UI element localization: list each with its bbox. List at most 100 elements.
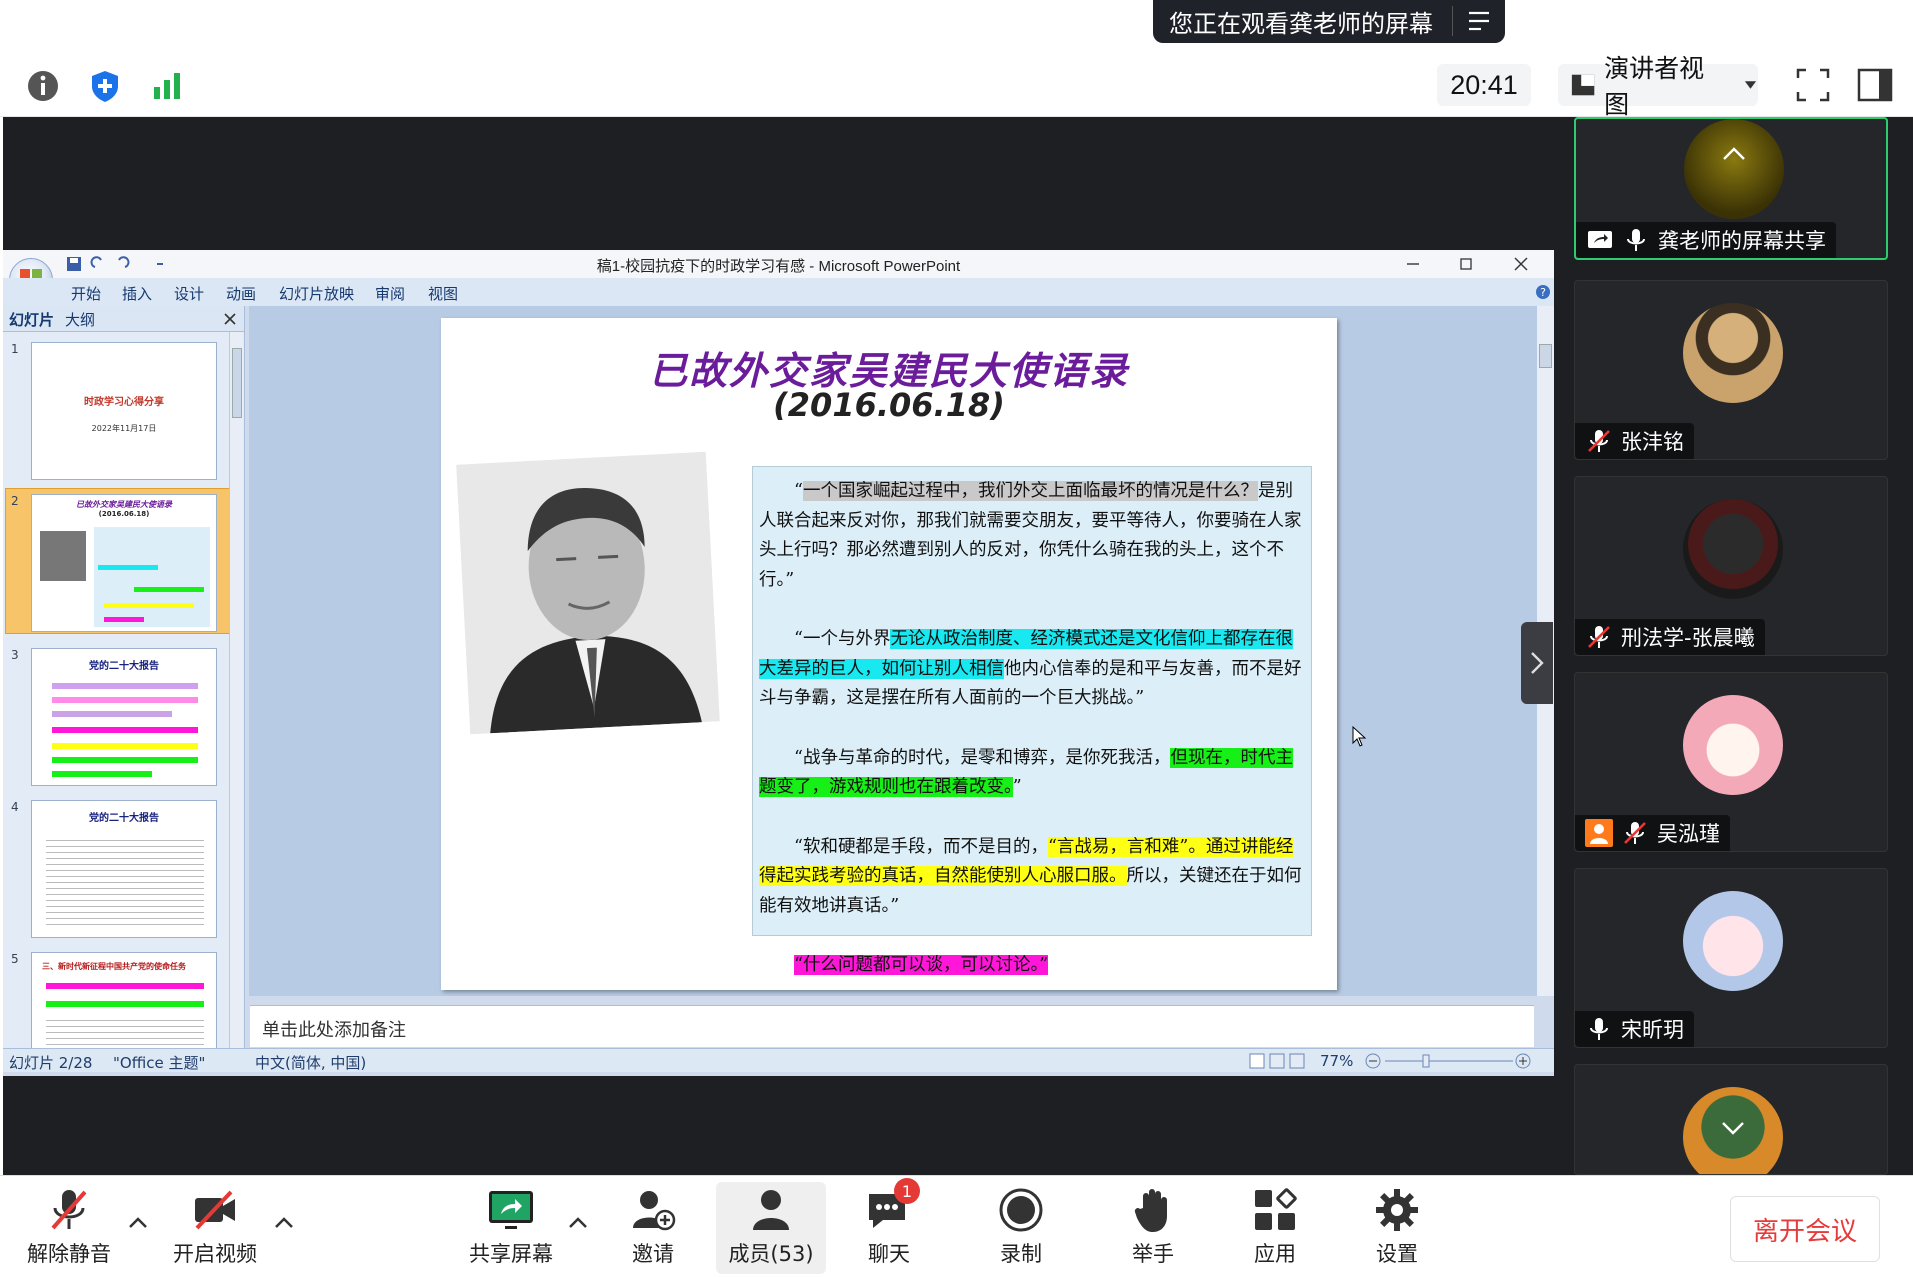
add-user-icon	[633, 1191, 676, 1231]
mouse-cursor-icon	[1352, 726, 1367, 747]
info-icon[interactable]	[24, 67, 62, 105]
participant-tile[interactable]: 宋昕玥	[1574, 868, 1888, 1048]
fullscreen-icon[interactable]	[1792, 64, 1834, 106]
participant-label: 吴泓瑾	[1575, 815, 1730, 851]
zoom-slider[interactable]	[1363, 1052, 1543, 1070]
ribbon-tab-design[interactable]: 设计	[174, 283, 204, 304]
slide-thumbnail-3[interactable]: 党的二十大报告	[31, 648, 217, 786]
view-buttons[interactable]	[1248, 1052, 1308, 1070]
participant-label: 宋昕玥	[1575, 1011, 1694, 1047]
share-screen-label: 共享屏幕	[469, 1242, 553, 1266]
raise-hand-button[interactable]: 举手	[1098, 1182, 1208, 1274]
ribbon-tab-insert[interactable]: 插入	[122, 283, 152, 304]
slide-notes[interactable]: 单击此处添加备注	[250, 1005, 1534, 1047]
share-banner-text: 您正在观看龚老师的屏幕	[1169, 10, 1433, 38]
start-video-button[interactable]: 开启视频	[160, 1182, 270, 1274]
language: 中文(简体, 中国)	[255, 1054, 367, 1072]
toggle-sidebar-icon[interactable]	[1854, 64, 1896, 106]
ribbon-tab-slideshow[interactable]: 幻灯片放映	[279, 283, 354, 304]
avatar	[1683, 303, 1783, 403]
portrait-photo	[456, 451, 720, 735]
participant-tile-screen-share[interactable]: 龚老师的屏幕共享	[1574, 117, 1888, 260]
meeting-clock: 20:41	[1437, 64, 1531, 106]
chevron-right-icon	[1531, 652, 1544, 674]
current-slide: 已故外交家吴建民大使语录 (2016.06.18) “一个国家崛起过程中，我们外…	[441, 318, 1337, 990]
ribbon-tab-review[interactable]: 审阅	[375, 283, 405, 304]
quote-4: “软和硬都是手段，而不是目的，“言战易，言和难”。通过讲能经得起实践考验的真话，…	[759, 836, 1302, 916]
security-shield-icon[interactable]	[86, 67, 124, 105]
zoom-level: 77%	[1320, 1052, 1354, 1070]
view-mode-dropdown[interactable]: 演讲者视图	[1558, 54, 1758, 119]
thumb-scrollbar[interactable]	[229, 332, 243, 1054]
quote-3: “战争与革命的时代，是零和博弈，是你死我活，但现在，时代主题变了，游戏规则也在跟…	[759, 747, 1293, 797]
view-mode-label: 演讲者视图	[1604, 54, 1705, 119]
ppt-ribbon-tabs: 开始 插入 设计 动画 幻灯片放映 审阅 视图 ?	[3, 278, 1554, 306]
slide-thumbnail-4[interactable]: 党的二十大报告	[31, 800, 217, 938]
chevron-up-icon[interactable]	[272, 1212, 296, 1232]
members-icon	[753, 1190, 789, 1230]
invite-button[interactable]: 邀请	[598, 1182, 708, 1274]
thumb-title: 党的二十大报告	[89, 813, 159, 824]
portrait-thumb	[40, 531, 86, 581]
members-button[interactable]: 成员(53)	[716, 1182, 826, 1274]
quote-5: “什么问题都可以谈，可以讨论。”	[794, 955, 1049, 975]
leave-meeting-button[interactable]: 离开会议	[1730, 1196, 1880, 1262]
share-screen-button[interactable]: 共享屏幕	[456, 1182, 566, 1274]
menu-icon[interactable]	[1467, 10, 1491, 32]
participant-tile[interactable]: 吴泓瑾	[1574, 672, 1888, 852]
thumb-title: 已故外交家吴建民大使语录	[76, 500, 172, 509]
ribbon-tab-view[interactable]: 视图	[428, 283, 458, 304]
slide-thumbnail-1[interactable]: 时政学习心得分享 2022年11月17日	[31, 342, 217, 480]
participant-tile[interactable]: 刑法学-张晨曦	[1574, 476, 1888, 656]
close-icon[interactable]	[223, 312, 237, 326]
video-off-icon	[195, 1190, 235, 1230]
quote-thumb	[94, 527, 210, 627]
apps-button[interactable]: 应用	[1220, 1182, 1330, 1274]
svg-text:?: ?	[1540, 286, 1546, 299]
mic-muted-icon	[1624, 822, 1646, 844]
window-controls[interactable]	[1403, 256, 1543, 272]
record-button[interactable]: 录制	[966, 1182, 1076, 1274]
chevron-up-icon[interactable]	[1722, 147, 1746, 161]
screen-share-banner[interactable]: 您正在观看龚老师的屏幕	[1153, 0, 1505, 43]
apps-label: 应用	[1254, 1242, 1296, 1266]
chevron-down-icon[interactable]	[1721, 1121, 1745, 1135]
thumb-number: 3	[11, 648, 19, 662]
slide-counter: 幻灯片 2/28	[9, 1054, 93, 1072]
tab-slides[interactable]: 幻灯片	[9, 309, 54, 330]
participant-name: 宋昕玥	[1621, 1018, 1684, 1042]
start-video-label: 开启视频	[173, 1242, 257, 1266]
chevron-up-icon[interactable]	[126, 1212, 150, 1232]
record-icon	[999, 1188, 1043, 1232]
quotes-text-box: “一个国家崛起过程中，我们外交上面临最坏的情况是什么？是别人联合起来反对你，那我…	[752, 466, 1312, 975]
slide-thumbnail-2[interactable]: 已故外交家吴建民大使语录 (2016.06.18)	[31, 494, 217, 632]
thumb-subtitle: (2016.06.18)	[98, 510, 150, 518]
tab-outline[interactable]: 大纲	[65, 309, 95, 330]
participant-label: 刑法学-张晨曦	[1575, 619, 1765, 655]
chevron-down-icon	[1744, 81, 1757, 89]
screen-share-icon	[1588, 231, 1612, 248]
avatar	[1683, 891, 1783, 991]
apps-icon	[1255, 1188, 1297, 1230]
theme-name: "Office 主题"	[113, 1054, 206, 1072]
ribbon-tab-home[interactable]: 开始	[71, 283, 101, 304]
quote-2: “一个与外界无论从政治制度、经济模式还是文化信仰上都存在很大差异的巨人，如何让别…	[759, 629, 1302, 708]
ribbon-tab-animation[interactable]: 动画	[226, 283, 256, 304]
settings-label: 设置	[1376, 1242, 1418, 1266]
top-bar: 您正在观看龚老师的屏幕 20:41 演讲者视图	[0, 0, 1913, 119]
participant-tile[interactable]: 张沣铭	[1574, 280, 1888, 460]
slide-thumbnail-5[interactable]: 三、新时代新征程中国共产党的使命任务	[31, 952, 217, 1054]
avatar	[1683, 695, 1783, 795]
chevron-up-icon[interactable]	[566, 1212, 590, 1232]
participant-tile[interactable]	[1574, 1064, 1888, 1175]
slides-thumbnail-panel: 幻灯片 大纲 1 时政学习心得分享 2022年11月17日 2 已故外交家吴建民…	[3, 306, 245, 1054]
chat-button[interactable]: 聊天 1	[834, 1178, 944, 1274]
ppt-status-bar: 幻灯片 2/28 "Office 主题" 中文(简体, 中国) 77%	[3, 1048, 1554, 1072]
unmute-button[interactable]: 解除静音	[14, 1182, 124, 1274]
quick-access-toolbar[interactable]	[65, 255, 165, 273]
settings-button[interactable]: 设置	[1342, 1182, 1452, 1274]
network-signal-icon[interactable]	[148, 67, 186, 105]
help-icon[interactable]: ?	[1535, 284, 1551, 300]
collapse-panel-button[interactable]	[1521, 622, 1553, 704]
avatar	[1684, 119, 1784, 219]
